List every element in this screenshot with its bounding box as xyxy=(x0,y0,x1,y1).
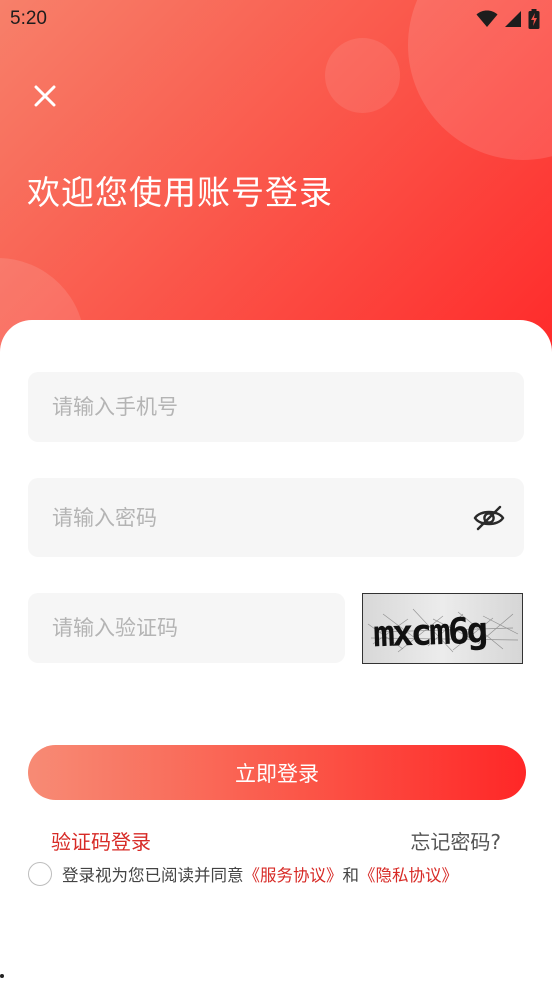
phone-field[interactable] xyxy=(28,372,524,442)
wifi-icon xyxy=(476,10,498,27)
captcha-text: mxcm6g xyxy=(372,610,487,655)
password-field[interactable] xyxy=(28,478,524,557)
agreement-text: 登录视为您已阅读并同意《服务协议》和《隐私协议》 xyxy=(62,862,458,886)
captcha-image[interactable]: mxcm6g xyxy=(362,593,523,664)
signal-icon xyxy=(505,11,521,27)
code-input[interactable] xyxy=(52,616,345,640)
sms-login-link[interactable]: 验证码登录 xyxy=(51,826,151,855)
close-button[interactable] xyxy=(25,76,65,116)
password-visibility-toggle[interactable] xyxy=(472,501,506,535)
page-title: 欢迎您使用账号登录 xyxy=(27,173,333,212)
status-time: 5:20 xyxy=(10,8,47,29)
agreement-checkbox[interactable] xyxy=(28,862,52,886)
close-icon xyxy=(34,85,56,107)
code-field[interactable] xyxy=(28,593,345,663)
agreement-prefix: 登录视为您已阅读并同意 xyxy=(62,866,244,885)
captcha-graphic: mxcm6g xyxy=(367,608,519,655)
agreement-connector: 和 xyxy=(342,866,360,885)
login-button[interactable]: 立即登录 xyxy=(28,745,526,800)
forgot-password-link[interactable]: 忘记密码? xyxy=(410,826,501,855)
eye-off-icon xyxy=(473,505,505,530)
password-input[interactable] xyxy=(52,505,524,530)
status-bar: 5:20 xyxy=(0,0,552,38)
service-agreement-link[interactable]: 《服务协议》 xyxy=(244,866,343,885)
privacy-agreement-link[interactable]: 《隐私协议》 xyxy=(359,866,458,885)
agreement-row: 登录视为您已阅读并同意《服务协议》和《隐私协议》 xyxy=(28,862,458,886)
decorative-circle xyxy=(325,38,400,113)
status-icons xyxy=(476,9,540,29)
corner-mark xyxy=(0,974,4,978)
battery-charging-icon xyxy=(528,9,540,29)
phone-input[interactable] xyxy=(52,395,524,419)
